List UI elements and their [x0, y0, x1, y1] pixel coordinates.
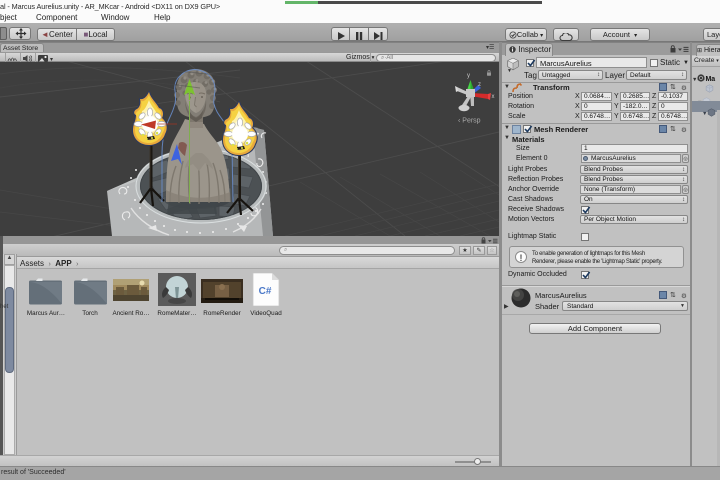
- svg-text:x: x: [492, 94, 495, 100]
- svg-text:‹ Persp: ‹ Persp: [458, 118, 481, 125]
- svg-text:C#: C#: [259, 286, 272, 297]
- svg-text:y: y: [467, 73, 470, 79]
- svg-text:z: z: [478, 82, 481, 88]
